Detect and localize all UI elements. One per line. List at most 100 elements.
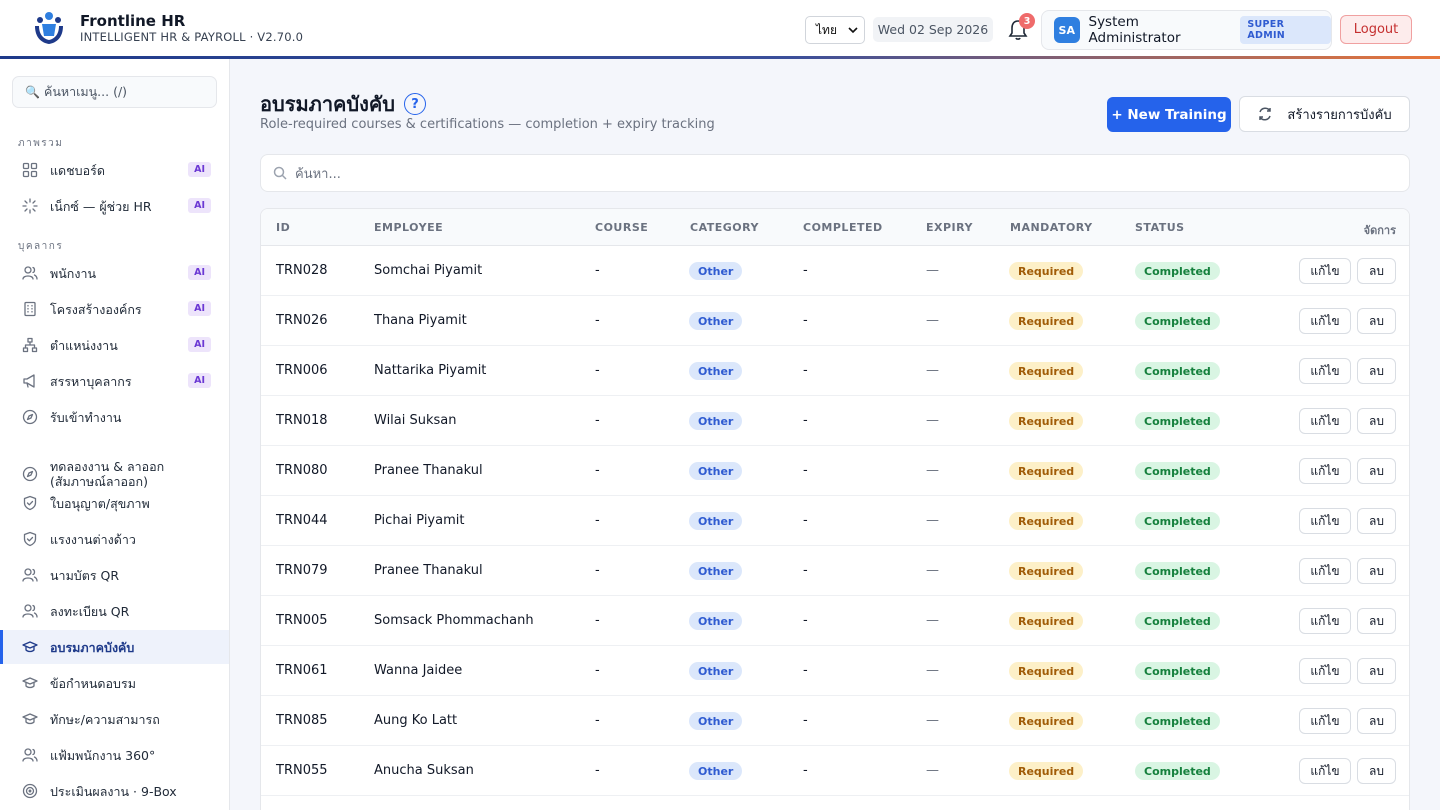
sidebar-item-label: ใบอนุญาต/สุขภาพ [50, 495, 150, 511]
table-row[interactable]: TRN055 Anucha Suksan - Other - — Required Compl… [261, 746, 1409, 796]
mandatory-badge: Required [1009, 762, 1084, 780]
sidebar-item-label: ประเมินผลงาน · 9-Box [50, 783, 177, 799]
help-icon[interactable]: ? [403, 93, 426, 115]
edit-button[interactable]: แก้ไข [1299, 358, 1351, 384]
expiry-date: — [926, 613, 939, 628]
sidebar-item-15[interactable]: ทักษะ/ความสามารถ [0, 702, 229, 736]
delete-button[interactable]: ลบ [1357, 508, 1396, 534]
delete-button[interactable]: ลบ [1357, 558, 1396, 584]
sidebar-item-2[interactable]: เน็กซ์ — ผู้ช่วย HR AI [0, 189, 229, 223]
sidebar-item-9[interactable]: ใบอนุญาต/สุขภาพ [0, 486, 229, 520]
employee-name: Somchai Piyamit [374, 263, 483, 278]
sidebar-item-5[interactable]: ตำแหน่งงาน AI [0, 328, 229, 362]
sidebar-item-3[interactable]: พนักงาน AI [0, 256, 229, 290]
status-badge: Completed [1135, 762, 1220, 780]
sidebar-item-10[interactable]: แรงงานต่างด้าว [0, 522, 229, 556]
compass-icon [22, 466, 38, 482]
user-menu[interactable]: SA System Administrator SUPER ADMIN [1041, 10, 1332, 50]
sidebar-item-11[interactable]: นามบัตร QR [0, 558, 229, 592]
sidebar-item-label: พนักงาน [50, 265, 97, 281]
course-name: - [595, 413, 600, 428]
delete-button[interactable]: ลบ [1357, 758, 1396, 784]
course-name: - [595, 663, 600, 678]
delete-button[interactable]: ลบ [1357, 608, 1396, 634]
sidebar-item-12[interactable]: ลงทะเบียน QR [0, 594, 229, 628]
delete-button[interactable]: ลบ [1357, 458, 1396, 484]
edit-button[interactable]: แก้ไข [1299, 558, 1351, 584]
users-icon [22, 266, 38, 280]
edit-button[interactable]: แก้ไข [1299, 408, 1351, 434]
course-name: - [595, 713, 600, 728]
table-row[interactable]: TRN080 Pranee Thanakul - Other - — Required Com… [261, 446, 1409, 496]
expiry-date: — [926, 463, 939, 478]
ai-badge: AI [188, 198, 211, 213]
menu-search-input[interactable]: 🔍 ค้นหาเมนู... (/) [12, 76, 217, 108]
sidebar-item-label: ข้อกำหนดอบรม [50, 675, 136, 691]
delete-button[interactable]: ลบ [1357, 658, 1396, 684]
table-row[interactable]: TRN005 Somsack Phommachanh - Other - — Require… [261, 596, 1409, 646]
edit-button[interactable]: แก้ไข [1299, 658, 1351, 684]
language-value: ไทย [816, 22, 837, 37]
training-id: TRN079 [276, 563, 328, 578]
table-row[interactable]: TRN061 Wanna Jaidee - Other - — Required Comple… [261, 646, 1409, 696]
delete-button[interactable]: ลบ [1357, 308, 1396, 334]
expiry-date: — [926, 663, 939, 678]
expiry-date: — [926, 563, 939, 578]
table-row[interactable]: TRN006 Nattarika Piyamit - Other - — Required C… [261, 346, 1409, 396]
generate-mandatory-button[interactable]: สร้างรายการบังคับ [1239, 96, 1410, 132]
table-row[interactable]: TRN044 Pichai Piyamit - Other - — Required Comp… [261, 496, 1409, 546]
sidebar-item-6[interactable]: สรรหาบุคลากร AI [0, 364, 229, 398]
megaphone-icon [23, 374, 35, 388]
edit-button[interactable]: แก้ไข [1299, 258, 1351, 284]
sidebar-item-17[interactable]: ประเมินผลงาน · 9-Box [0, 774, 229, 808]
completed-date: - [803, 513, 808, 528]
sidebar-item-label: นามบัตร QR [50, 567, 120, 583]
edit-button[interactable]: แก้ไข [1299, 708, 1351, 734]
employee-name: Somsack Phommachanh [374, 613, 534, 628]
column-header: COURSE [595, 221, 649, 234]
sidebar-item-4[interactable]: โครงสร้างองค์กร AI [0, 292, 229, 326]
new-training-button[interactable]: + New Training [1107, 97, 1231, 132]
generate-mandatory-label: สร้างรายการบังคับ [1287, 107, 1392, 123]
brand[interactable]: Frontline HR INTELLIGENT HR & PAYROLL · … [32, 10, 303, 46]
edit-button[interactable]: แก้ไข [1299, 508, 1351, 534]
expiry-date: — [926, 763, 939, 778]
sidebar-item-label: แดชบอร์ด [50, 162, 105, 178]
edit-button[interactable]: แก้ไข [1299, 608, 1351, 634]
delete-button[interactable]: ลบ [1357, 708, 1396, 734]
mandatory-badge: Required [1009, 512, 1084, 530]
edit-button[interactable]: แก้ไข [1299, 308, 1351, 334]
building-icon [24, 301, 36, 317]
table-row[interactable]: TRN085 Aung Ko Latt - Other - — Required Comple… [261, 696, 1409, 746]
table-row[interactable]: TRN018 Wilai Suksan - Other - — Required Comple… [261, 396, 1409, 446]
graduation-cap-icon [22, 641, 38, 653]
employee-name: Pranee Thanakul [374, 463, 483, 478]
sidebar-item-label: สรรหาบุคลากร [50, 373, 132, 389]
delete-button[interactable]: ลบ [1357, 408, 1396, 434]
completed-date: - [803, 663, 808, 678]
delete-button[interactable]: ลบ [1357, 258, 1396, 284]
sidebar-item-14[interactable]: ข้อกำหนดอบรม [0, 666, 229, 700]
sidebar-item-7[interactable]: รับเข้าทำงาน [0, 400, 229, 434]
sidebar-item-13[interactable]: อบรมภาคบังคับ [0, 630, 229, 664]
search-input[interactable]: ค้นหา... [260, 154, 1410, 192]
sidebar: 🔍 ค้นหาเมนู... (/) ภาพรวม บุคลากร แดชบอร์ด… [0, 59, 230, 810]
language-select[interactable]: ไทย [805, 16, 865, 44]
table-row[interactable]: TRN028 Somchai Piyamit - Other - — Required Com… [261, 246, 1409, 296]
table-row[interactable]: TRN079 Pranee Thanakul - Other - — Required Com… [261, 546, 1409, 596]
sidebar-item-16[interactable]: แฟ้มพนักงาน 360° [0, 738, 229, 772]
column-header: จัดการ [1363, 224, 1396, 237]
delete-button[interactable]: ลบ [1357, 358, 1396, 384]
logout-button[interactable]: Logout [1340, 15, 1412, 44]
org-chart-icon [22, 337, 38, 353]
grid-icon [22, 162, 38, 178]
edit-button[interactable]: แก้ไข [1299, 458, 1351, 484]
sidebar-item-label: ทดลองงาน & ลาออก (สัมภาษณ์ลาออก) [50, 459, 165, 489]
sidebar-item-label: รับเข้าทำงาน [50, 409, 122, 425]
table-row[interactable]: TRN026 Thana Piyamit - Other - — Required Compl… [261, 296, 1409, 346]
employee-name: Pichai Piyamit [374, 513, 465, 528]
training-id: TRN080 [276, 463, 328, 478]
edit-button[interactable]: แก้ไข [1299, 758, 1351, 784]
mandatory-badge: Required [1009, 612, 1084, 630]
sidebar-item-1[interactable]: แดชบอร์ด AI [0, 153, 229, 187]
